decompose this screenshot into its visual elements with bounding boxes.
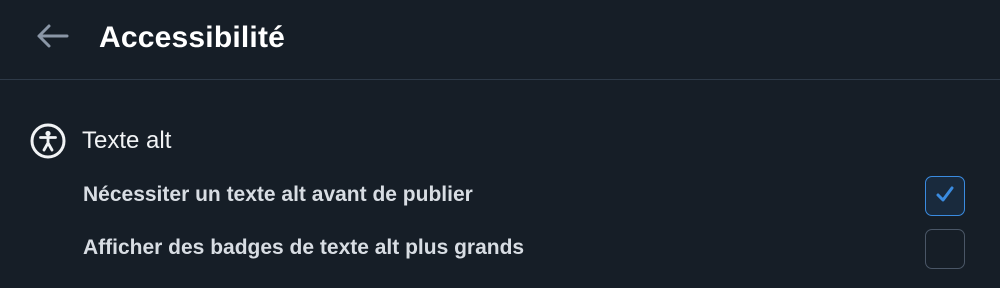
option-larger-alt-badges[interactable]: Afficher des badges de texte alt plus gr… [0, 224, 1000, 272]
option-require-alt-text[interactable]: Nécessiter un texte alt avant de publier [0, 171, 1000, 219]
alt-text-section: Texte alt Nécessiter un texte alt avant … [0, 81, 1000, 288]
arrow-left-icon [35, 23, 69, 54]
option-label: Afficher des badges de texte alt plus gr… [83, 236, 525, 259]
larger-alt-badges-checkbox[interactable] [925, 229, 965, 269]
option-label: Nécessiter un texte alt avant de publier [83, 183, 473, 206]
checkmark-icon [934, 183, 956, 210]
section-header: Texte alt [30, 123, 171, 159]
require-alt-text-checkbox[interactable] [925, 176, 965, 216]
accessibility-icon [30, 123, 66, 159]
header: Accessibilité [0, 0, 1000, 80]
back-button[interactable] [30, 18, 74, 58]
section-title: Texte alt [82, 127, 172, 154]
page-title: Accessibilité [99, 21, 286, 54]
